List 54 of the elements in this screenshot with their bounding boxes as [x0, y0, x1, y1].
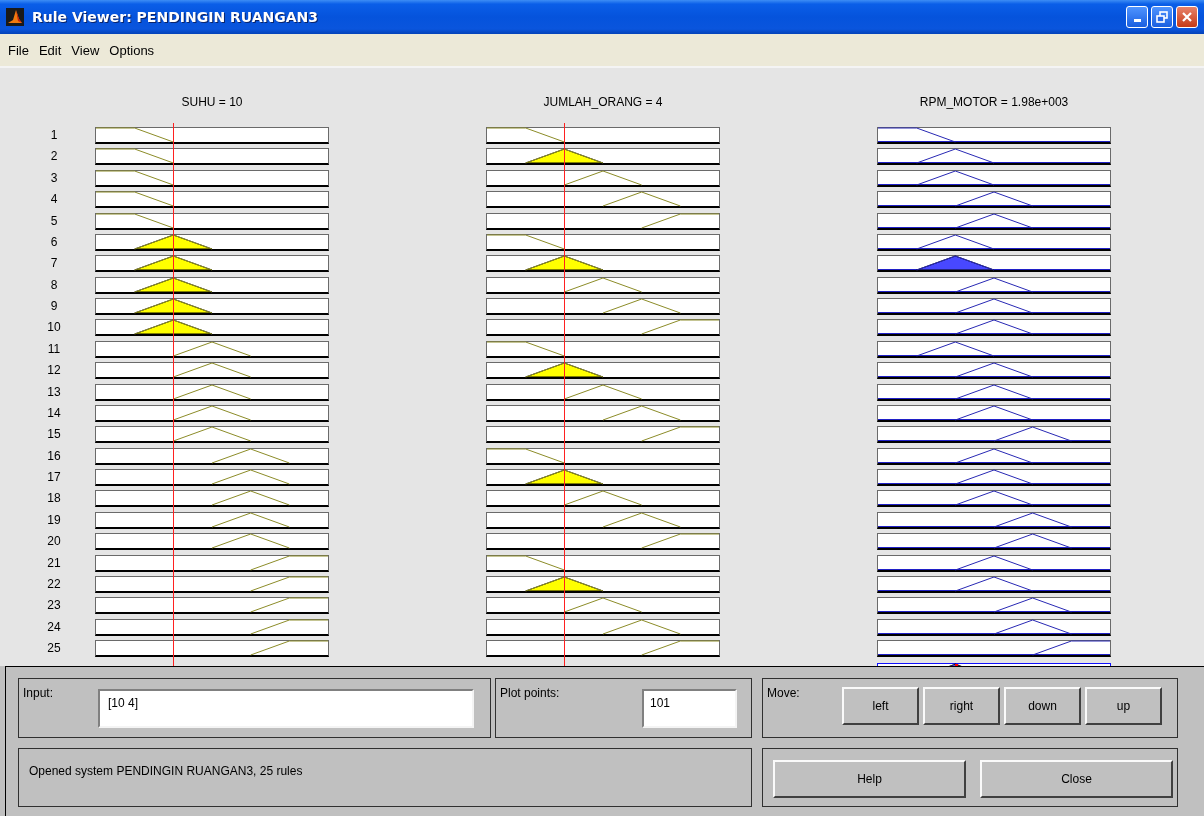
rule-number: 13 [46, 383, 62, 401]
plot-points-label: Plot points: [500, 686, 560, 700]
rule-number: 17 [46, 469, 62, 486]
status-message: Opened system PENDINGIN RUANGAN3, 25 rules [29, 764, 303, 778]
rule-number: 10 [46, 319, 62, 337]
rule-number: 14 [46, 404, 62, 422]
rule-number: 4 [49, 191, 59, 209]
rule-number: 25 [46, 640, 62, 657]
rule-number: 16 [46, 447, 62, 465]
rule-number: 11 [46, 340, 62, 358]
rule-number: 23 [46, 597, 62, 615]
minimize-icon [1133, 19, 1141, 22]
rule-number: 24 [46, 618, 62, 636]
rule-number: 1 [49, 127, 59, 144]
close-icon [1180, 10, 1194, 24]
rule-number: 20 [46, 533, 62, 551]
variable-label: JUMLAH_ORANG = 4 [543, 94, 663, 110]
help-button[interactable]: Help [773, 760, 966, 798]
input-cursor-line[interactable] [563, 123, 565, 666]
rule-number: 7 [49, 255, 59, 273]
minimize-button[interactable] [1126, 6, 1148, 28]
rule-number: 3 [49, 169, 59, 187]
input-field[interactable]: [10 4] [98, 689, 474, 728]
window-title: Rule Viewer: PENDINGIN RUANGAN3 [32, 9, 320, 25]
menu-item[interactable]: View [66, 42, 105, 58]
plot-points-field[interactable]: 101 [642, 689, 737, 728]
menu-item[interactable]: Edit [33, 42, 67, 58]
rule-number: 19 [46, 511, 62, 529]
rule-number: 8 [49, 276, 59, 294]
close-button[interactable]: Close [980, 760, 1173, 798]
rule-number: 18 [46, 490, 62, 508]
rule-number: 15 [46, 426, 62, 444]
window-close-button[interactable] [1176, 6, 1198, 28]
rule-number: 22 [46, 575, 62, 593]
menu-item[interactable]: File [3, 42, 34, 58]
move-button[interactable]: up [1085, 687, 1162, 725]
rule-number: 6 [49, 233, 59, 251]
input-label: Input: [23, 686, 54, 700]
rule-number: 2 [49, 148, 59, 166]
rule-number: 21 [46, 554, 62, 572]
move-label: Move: [767, 686, 800, 700]
restore-icon [1155, 10, 1169, 24]
rule-number: 9 [49, 298, 59, 315]
variable-label: RPM_MOTOR = 1.98e+003 [919, 94, 1069, 110]
menu-item[interactable]: Options [104, 42, 160, 58]
rule-number: 5 [49, 212, 59, 230]
app-icon [6, 8, 24, 26]
move-button[interactable]: right [923, 687, 1000, 725]
move-button[interactable]: left [842, 687, 919, 725]
input-cursor-line[interactable] [172, 123, 174, 666]
rule-number: 12 [46, 362, 62, 380]
restore-button[interactable] [1151, 6, 1173, 28]
variable-label: SUHU = 10 [181, 94, 243, 110]
move-button[interactable]: down [1004, 687, 1081, 725]
